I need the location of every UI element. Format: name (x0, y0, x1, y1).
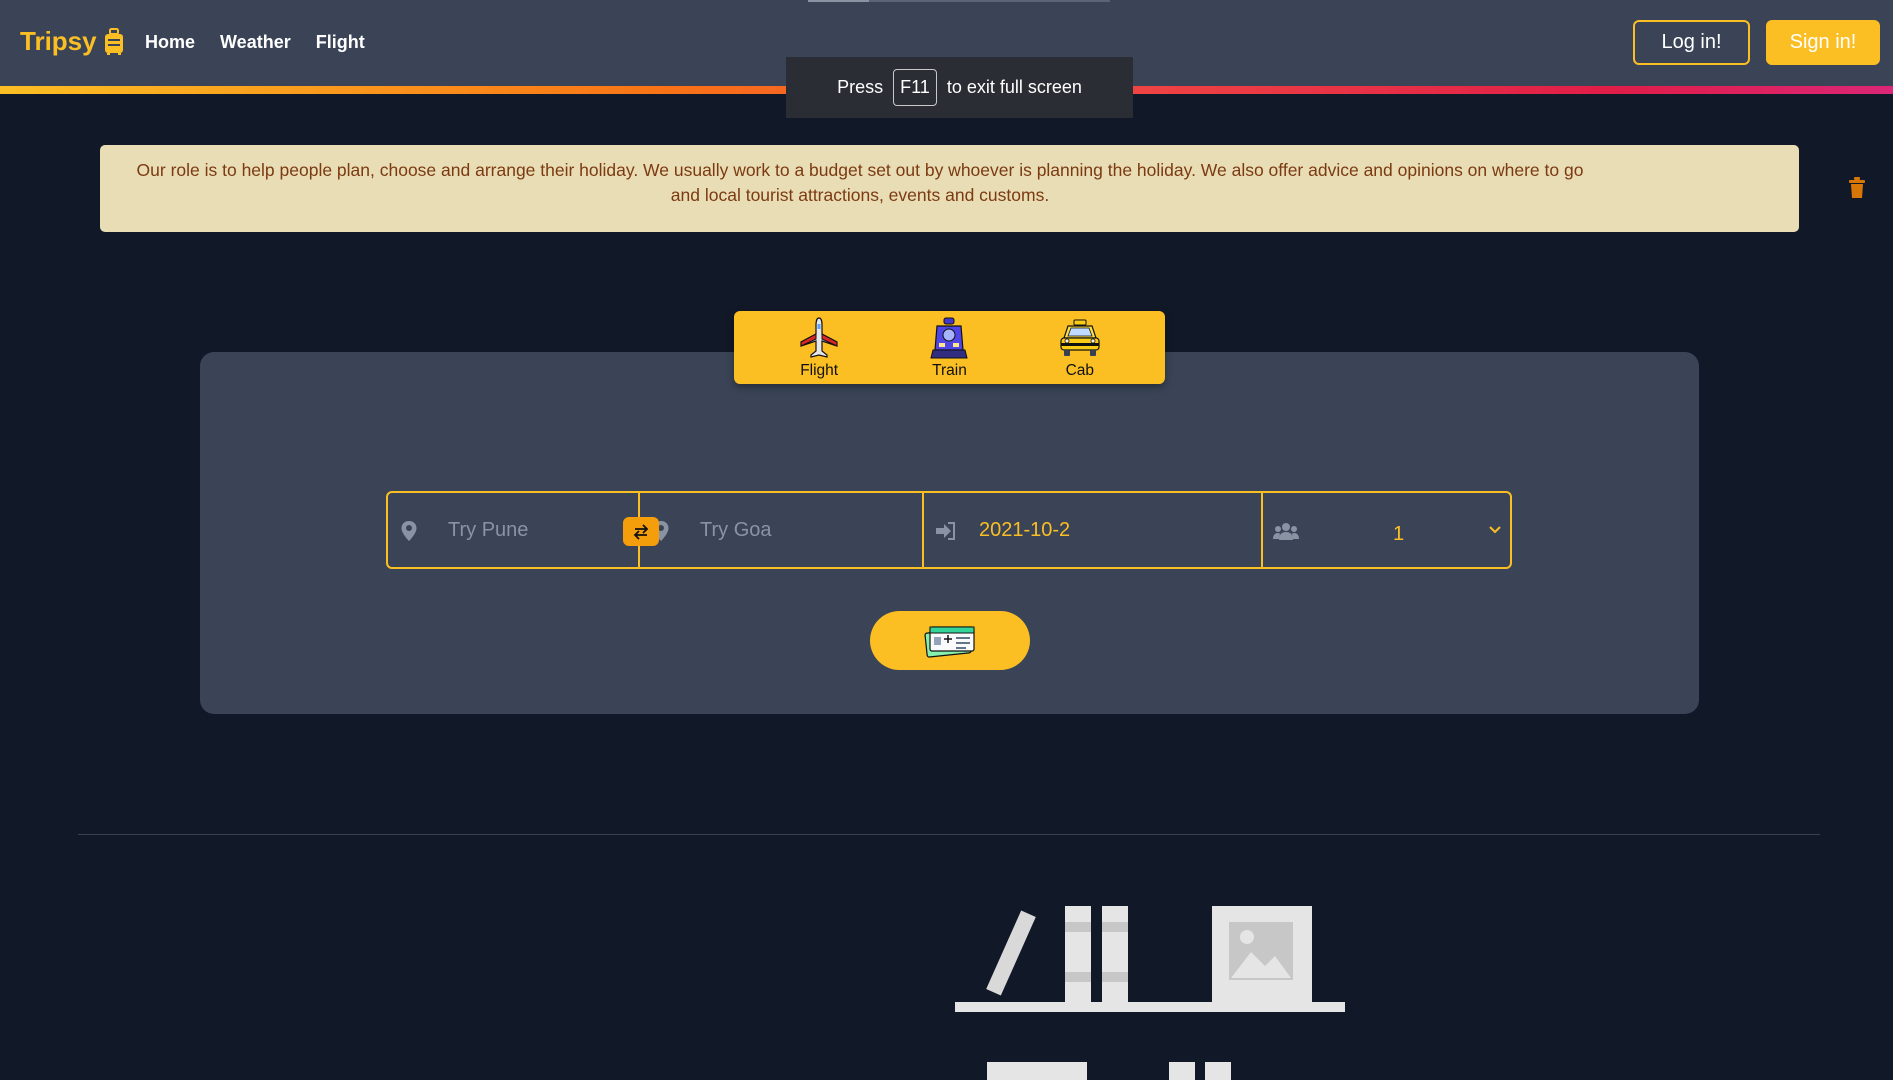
brand-logo[interactable]: Tripsy (20, 26, 125, 57)
date-value: 2021-10-2 (979, 519, 1071, 541)
train-icon (930, 317, 969, 358)
nav-links: Home Weather Flight (145, 32, 365, 53)
location-pin-icon (401, 521, 417, 541)
tab-cab[interactable]: Cab (1035, 316, 1125, 380)
info-alert: Our role is to help people plan, choose … (100, 145, 1865, 232)
top-indicator (808, 0, 1110, 2)
tab-train-label: Train (932, 361, 967, 379)
users-icon (1273, 523, 1299, 540)
alert-text: Our role is to help people plan, choose … (136, 160, 1584, 205)
tickets-icon (924, 625, 975, 658)
toast-press-text: Press (837, 77, 884, 97)
taxi-icon (1060, 319, 1100, 356)
passengers-value: 1 (1393, 523, 1405, 545)
transport-tabs: Flight Train Cab (734, 311, 1165, 384)
swap-button[interactable] (623, 517, 659, 546)
fullscreen-toast: Press F11 to exit full screen (786, 57, 1133, 118)
to-segment (638, 493, 922, 567)
date-segment[interactable]: 2021-10-2 (922, 493, 1261, 567)
nav-link-home[interactable]: Home (145, 32, 195, 53)
bookshelf-illustration (955, 906, 1345, 1080)
tab-flight-label: Flight (800, 361, 839, 379)
to-input[interactable] (700, 519, 860, 542)
login-button[interactable]: Log in! (1633, 20, 1750, 65)
airplane-icon (800, 316, 838, 358)
nav-link-weather[interactable]: Weather (220, 32, 291, 53)
toast-suffix-text: to exit full screen (946, 77, 1082, 97)
luggage-icon (104, 27, 123, 55)
swap-arrows-icon (633, 523, 649, 540)
toast-key: F11 (893, 69, 937, 106)
search-bar: 2021-10-2 1 (386, 491, 1512, 569)
tab-train[interactable]: Train (904, 316, 994, 380)
trash-icon[interactable] (1848, 177, 1866, 199)
brand-name: Tripsy (20, 26, 97, 56)
from-segment (388, 493, 659, 567)
signin-button[interactable]: Sign in! (1766, 20, 1880, 65)
chevron-down-icon (1489, 526, 1501, 534)
tab-flight[interactable]: Flight (774, 316, 864, 380)
tab-cab-label: Cab (1065, 361, 1095, 379)
section-divider (78, 834, 1820, 835)
passengers-select[interactable]: 1 (1261, 493, 1510, 567)
search-button[interactable] (870, 611, 1030, 670)
from-input[interactable] (448, 519, 608, 542)
nav-link-flight[interactable]: Flight (316, 32, 365, 53)
sign-in-arrow-icon (936, 522, 955, 540)
